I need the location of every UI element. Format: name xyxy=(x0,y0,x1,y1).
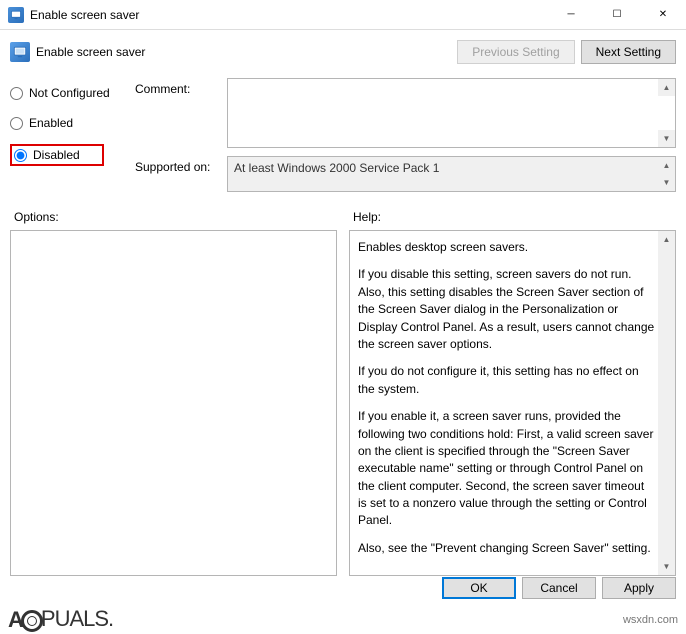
dialog-footer: OK Cancel Apply xyxy=(442,577,676,599)
radio-enabled-label: Enabled xyxy=(29,116,73,130)
supported-label: Supported on: xyxy=(135,156,227,192)
policy-title: Enable screen saver xyxy=(36,45,451,59)
help-label: Help: xyxy=(349,206,676,230)
help-column: Help: Enables desktop screen savers. If … xyxy=(349,206,676,576)
apply-button[interactable]: Apply xyxy=(602,577,676,599)
radio-enabled[interactable]: Enabled xyxy=(10,114,135,132)
app-icon xyxy=(8,7,24,23)
radio-not-configured-input[interactable] xyxy=(10,87,23,100)
radio-disabled[interactable]: Disabled xyxy=(10,144,104,166)
toolbar: Enable screen saver Previous Setting Nex… xyxy=(0,30,686,74)
scroll-down-icon[interactable]: ▼ xyxy=(658,174,675,191)
comment-input[interactable]: ▲ ▼ xyxy=(227,78,676,148)
radio-not-configured[interactable]: Not Configured xyxy=(10,84,135,102)
supported-value: At least Windows 2000 Service Pack 1 xyxy=(234,161,439,175)
lower-section: Options: Help: Enables desktop screen sa… xyxy=(0,206,686,576)
supported-box: At least Windows 2000 Service Pack 1 ▲ ▼ xyxy=(227,156,676,192)
supported-row: Supported on: At least Windows 2000 Serv… xyxy=(135,156,676,192)
cancel-button[interactable]: Cancel xyxy=(522,577,596,599)
titlebar: Enable screen saver ─ ☐ ✕ xyxy=(0,0,686,30)
options-panel xyxy=(10,230,337,576)
watermark: APUALS. wsxdn.com xyxy=(0,607,686,633)
help-scrollbar[interactable]: ▲ ▼ xyxy=(658,231,675,575)
radio-not-configured-label: Not Configured xyxy=(29,86,110,100)
maximize-button[interactable]: ☐ xyxy=(594,0,640,29)
next-setting-button[interactable]: Next Setting xyxy=(581,40,676,64)
upper-section: Not Configured Enabled Disabled Comment:… xyxy=(0,74,686,206)
scroll-up-icon[interactable]: ▲ xyxy=(658,79,675,96)
minimize-button[interactable]: ─ xyxy=(548,0,594,29)
radio-enabled-input[interactable] xyxy=(10,117,23,130)
scroll-up-icon[interactable]: ▲ xyxy=(658,231,675,248)
window-controls: ─ ☐ ✕ xyxy=(548,0,686,29)
help-p4: Also, see the "Prevent changing Screen S… xyxy=(358,540,655,557)
scroll-down-icon[interactable]: ▼ xyxy=(658,130,675,147)
scroll-down-icon[interactable]: ▼ xyxy=(658,558,675,575)
close-button[interactable]: ✕ xyxy=(640,0,686,29)
radio-disabled-label: Disabled xyxy=(33,148,80,162)
help-p0: Enables desktop screen savers. xyxy=(358,239,655,256)
radio-disabled-input[interactable] xyxy=(14,149,27,162)
fields: Comment: ▲ ▼ Supported on: At least Wind… xyxy=(135,78,676,200)
help-panel[interactable]: Enables desktop screen savers. If you di… xyxy=(349,230,676,576)
watermark-brand: PUALS. xyxy=(41,606,113,631)
watermark-logo: APUALS. xyxy=(8,606,113,633)
ok-button[interactable]: OK xyxy=(442,577,516,599)
previous-setting-button: Previous Setting xyxy=(457,40,574,64)
watermark-site: wsxdn.com xyxy=(623,614,678,626)
help-p1: If you disable this setting, screen save… xyxy=(358,266,655,353)
scroll-up-icon[interactable]: ▲ xyxy=(658,157,675,174)
state-radios: Not Configured Enabled Disabled xyxy=(10,78,135,200)
comment-row: Comment: ▲ ▼ xyxy=(135,78,676,148)
comment-label: Comment: xyxy=(135,78,227,148)
policy-icon xyxy=(10,42,30,62)
options-column: Options: xyxy=(10,206,337,576)
help-p2: If you do not configure it, this setting… xyxy=(358,363,655,398)
window-title: Enable screen saver xyxy=(30,8,548,22)
options-label: Options: xyxy=(10,206,337,230)
help-p3: If you enable it, a screen saver runs, p… xyxy=(358,408,655,530)
